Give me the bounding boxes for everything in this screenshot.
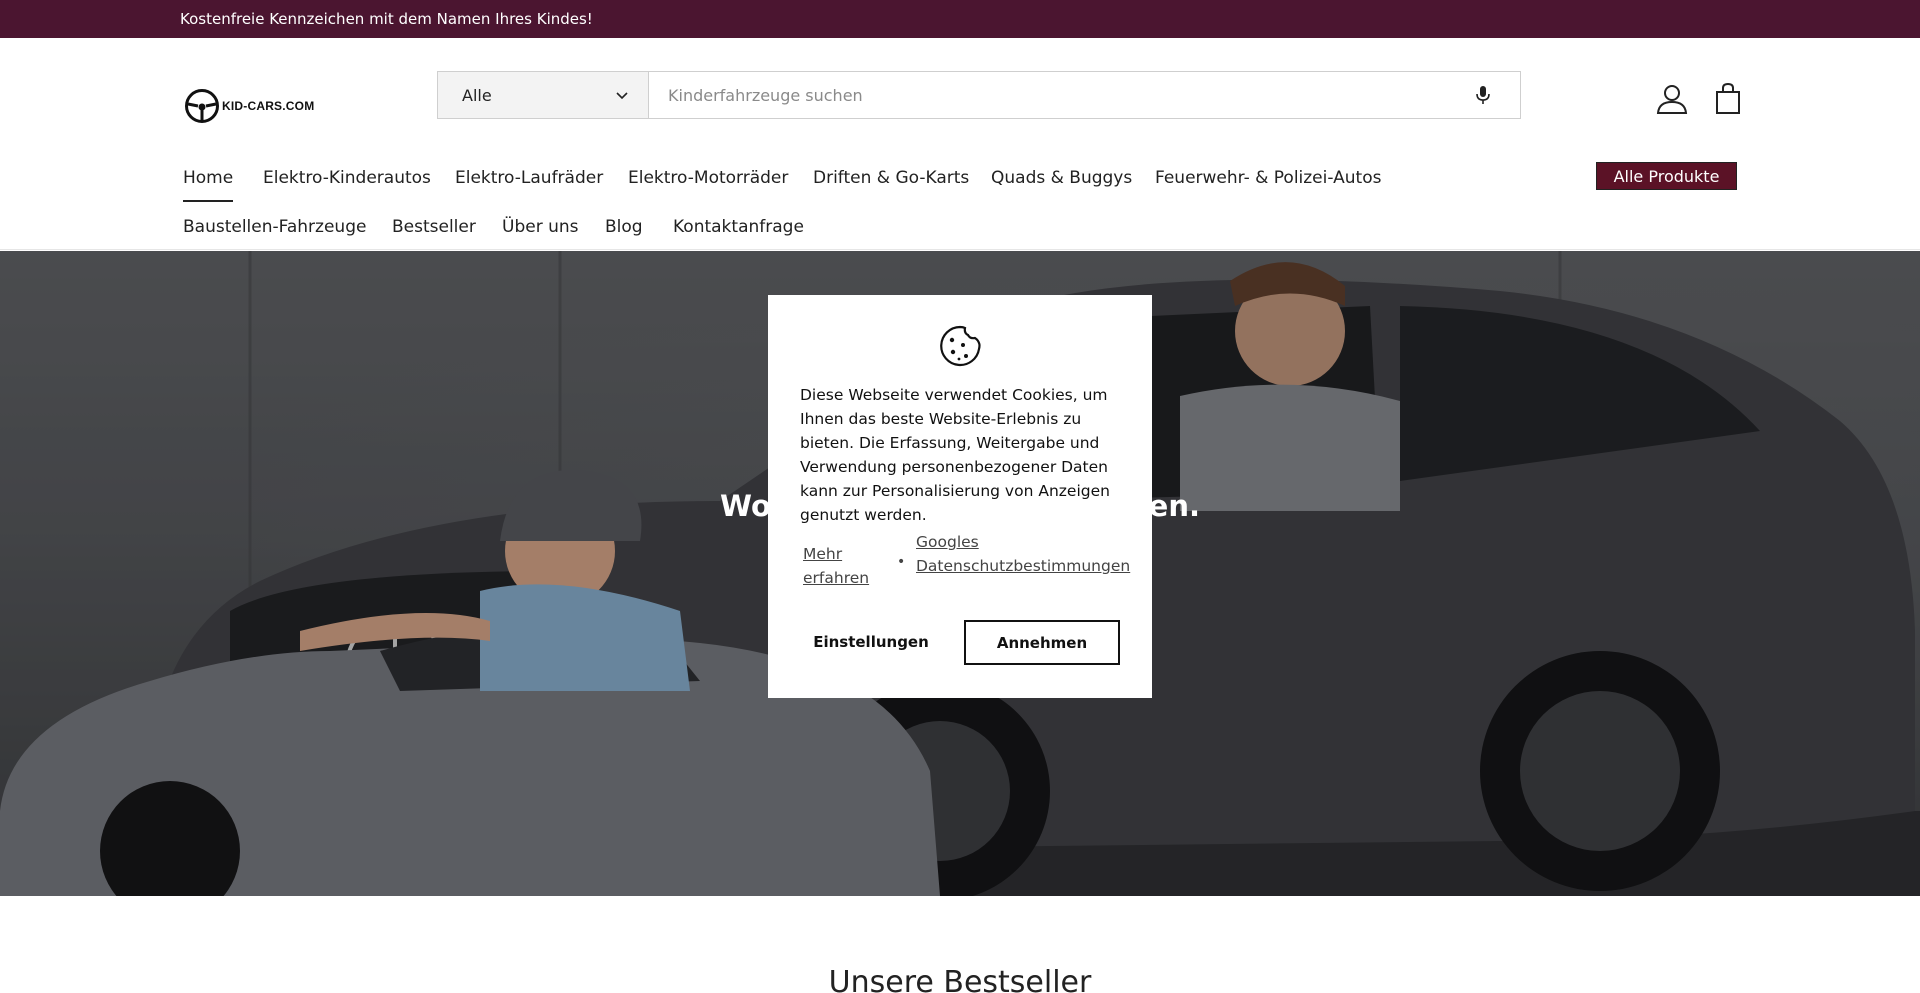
cookie-message: Diese Webseite verwendet Cookies, um Ihn… [800, 386, 1110, 524]
nav-item-elektro-motorraeder[interactable]: Elektro-Motorräder [628, 168, 788, 188]
learn-more-link[interactable]: Mehr erfahren [803, 542, 883, 590]
bestseller-section-title: Unsere Bestseller [828, 965, 1092, 993]
user-icon[interactable] [1655, 81, 1689, 115]
nav-item-blog[interactable]: Blog [605, 217, 643, 237]
logo-text: KID-CARS.COM [222, 99, 315, 113]
cookie-settings-button[interactable]: Einstellungen [813, 620, 929, 664]
all-products-button[interactable]: Alle Produkte [1596, 162, 1737, 190]
nav-item-driften-go-karts[interactable]: Driften & Go-Karts [813, 168, 969, 188]
microphone-icon[interactable] [1472, 84, 1494, 106]
steering-wheel-icon [185, 89, 219, 123]
nav-item-elektro-kinderautos[interactable]: Elektro-Kinderautos [263, 168, 431, 188]
search-bar: Alle [437, 71, 1521, 119]
cookie-dialog: Diese Webseite verwendet Cookies, um Ihn… [768, 295, 1152, 698]
logo[interactable]: KID-CARS.COM [184, 86, 319, 126]
cookie-icon [940, 325, 981, 367]
search-category-select[interactable]: Alle [438, 72, 649, 118]
search-category-label: Alle [462, 86, 492, 105]
nav-item-ueber-uns[interactable]: Über uns [502, 217, 579, 237]
nav-item-home[interactable]: Home [183, 168, 234, 202]
site-header: KID-CARS.COM Alle Home Elektro-Kinderaut… [0, 38, 1920, 250]
nav-item-bestseller[interactable]: Bestseller [392, 217, 476, 237]
nav-item-elektro-laufraeder[interactable]: Elektro-Laufräder [455, 168, 603, 188]
nav-item-feuerwehr-polizei[interactable]: Feuerwehr- & Polizei-Autos [1155, 168, 1381, 188]
announcement-bar: Kostenfreie Kennzeichen mit dem Namen Ih… [0, 0, 1920, 38]
nav-item-kontaktanfrage[interactable]: Kontaktanfrage [673, 217, 804, 237]
nav-item-quads-buggys[interactable]: Quads & Buggys [991, 168, 1132, 188]
google-privacy-link[interactable]: Googles Datenschutzbestimmungen [916, 530, 1136, 578]
nav-item-baustellen-fahrzeuge[interactable]: Baustellen-Fahrzeuge [183, 217, 366, 237]
link-separator: • [897, 554, 906, 570]
chevron-down-icon [616, 92, 628, 100]
search-input[interactable] [649, 72, 1520, 118]
cookie-accept-button[interactable]: Annehmen [964, 620, 1120, 665]
shopping-bag-icon[interactable] [1711, 81, 1745, 115]
announcement-text: Kostenfreie Kennzeichen mit dem Namen Ih… [180, 10, 593, 28]
